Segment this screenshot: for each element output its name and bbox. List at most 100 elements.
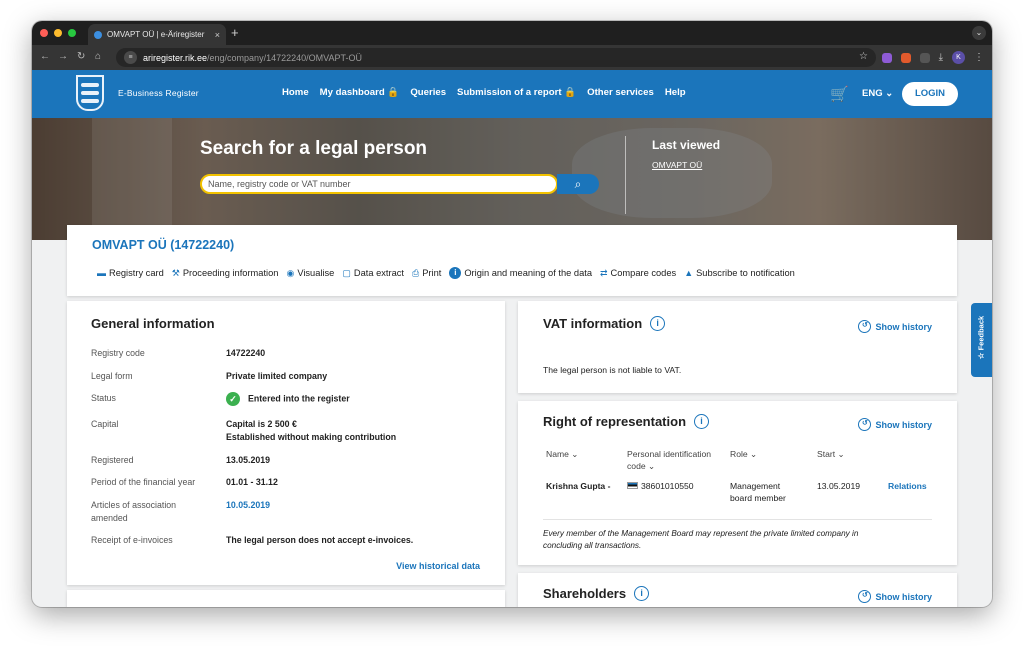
- site-settings-icon[interactable]: ≡: [124, 51, 137, 64]
- capital-value: Capital is 2 500 €: [226, 419, 297, 429]
- info-value: Private limited company: [226, 371, 328, 381]
- info-key: Registry code: [91, 348, 145, 358]
- nav-submission-of-report[interactable]: Submission of a report 🔒: [457, 87, 576, 98]
- url-path: /eng/company/14722240/OMVAPT-OÜ: [207, 52, 362, 63]
- brand-name[interactable]: E-Business Register: [118, 88, 199, 98]
- new-tab-button[interactable]: +: [231, 25, 239, 40]
- registry-card-link[interactable]: ▬ Registry card: [97, 267, 164, 279]
- search-button[interactable]: ⌕: [557, 174, 599, 194]
- general-information-card: General information Registry code 1472224…: [67, 301, 505, 585]
- company-actions: ▬ Registry card ⚒ Proceeding information ◉…: [97, 267, 795, 279]
- home-icon[interactable]: ⌂: [95, 51, 101, 62]
- tab-close-icon[interactable]: ×: [215, 30, 220, 40]
- nav-home[interactable]: Home: [282, 87, 309, 98]
- subscribe-notification-link[interactable]: ▲ Subscribe to notification: [684, 267, 795, 279]
- maximize-window-button[interactable]: [68, 29, 76, 37]
- url-host: ariregister.rik.ee: [143, 52, 208, 63]
- cart-icon[interactable]: 🛒: [830, 85, 849, 103]
- info-icon[interactable]: i: [634, 586, 650, 601]
- nav-my-dashboard[interactable]: My dashboard 🔒: [320, 87, 400, 98]
- browser-window: OMVAPT OÜ | e-Äriregister × + ⌄ ← → ↻ ⌂ …: [32, 21, 992, 607]
- site-header: E-Business Register Home My dashboard 🔒 …: [32, 70, 992, 118]
- relations-link[interactable]: Relations: [888, 480, 927, 492]
- info-value: 13.05.2019: [226, 455, 271, 465]
- origin-meaning-link[interactable]: i Origin and meaning of the data: [449, 267, 592, 279]
- browser-tab[interactable]: OMVAPT OÜ | e-Äriregister ×: [88, 24, 226, 45]
- address-bar-row: ← → ↻ ⌂ ≡ ariregister.rik.ee /eng/compan…: [32, 45, 992, 70]
- puzzle-icon[interactable]: [919, 52, 930, 63]
- download-icon[interactable]: ⤓: [939, 52, 943, 63]
- main-nav: Home My dashboard 🔒 Queries Submission o…: [282, 87, 686, 98]
- printer-icon: ⎙: [412, 267, 420, 278]
- tab-search-icon[interactable]: ⌄: [972, 26, 986, 40]
- url-field[interactable]: ≡ ariregister.rik.ee /eng/company/147222…: [116, 48, 876, 67]
- column-start-header[interactable]: Start ⌄: [817, 448, 845, 460]
- shareholders-show-history-link[interactable]: ↺ Show history: [858, 590, 932, 603]
- shareholders-card: Shareholders i ↺ Show history: [518, 573, 957, 607]
- column-role-header[interactable]: Role ⌄: [730, 448, 757, 460]
- column-name-header[interactable]: Name ⌄: [546, 448, 579, 460]
- next-section-card: [67, 590, 505, 607]
- info-icon[interactable]: i: [650, 316, 666, 331]
- nav-queries[interactable]: Queries: [410, 87, 446, 98]
- column-pid-header[interactable]: Personal identification code ⌄: [627, 448, 711, 472]
- personal-code-value: 38601010550: [641, 481, 694, 491]
- nav-help[interactable]: Help: [665, 87, 686, 98]
- search-input[interactable]: Name, registry code or VAT number: [200, 174, 558, 194]
- print-link[interactable]: ⎙ Print: [412, 267, 441, 279]
- show-history-label: Show history: [875, 591, 932, 602]
- view-historical-data-link[interactable]: View historical data: [396, 561, 480, 571]
- favicon-icon: [94, 30, 102, 39]
- proceeding-information-link[interactable]: ⚒ Proceeding information: [172, 267, 279, 279]
- divider: [543, 519, 932, 520]
- data-extract-link[interactable]: ▢ Data extract: [342, 267, 404, 279]
- representation-show-history-link[interactable]: ↺ Show history: [858, 418, 932, 431]
- info-value: Capital is 2 500 € Established without ma…: [226, 418, 506, 443]
- info-key: Status: [91, 393, 116, 403]
- extensions-area: ⤓ K ⋮: [881, 51, 984, 64]
- bookmark-star-icon[interactable]: ☆: [859, 51, 868, 62]
- estonia-coat-of-arms-logo[interactable]: [76, 75, 104, 111]
- representative-role: Management board member: [730, 480, 786, 504]
- info-icon[interactable]: i: [694, 414, 710, 429]
- status-text: Entered into the register: [248, 393, 350, 404]
- minimize-window-button[interactable]: [54, 29, 62, 37]
- info-circle-icon: i: [449, 267, 462, 279]
- visualise-link[interactable]: ◉ Visualise: [286, 267, 334, 279]
- vat-information-card: VAT information i ↺ Show history The legal…: [518, 301, 957, 393]
- divider: [625, 136, 626, 214]
- extension-icon[interactable]: [881, 52, 892, 63]
- info-key: Legal form: [91, 371, 133, 381]
- info-key: Articles of association amended: [91, 500, 177, 523]
- info-value: 14722240: [226, 348, 266, 358]
- forward-icon[interactable]: →: [58, 51, 68, 62]
- history-icon: ↺: [858, 418, 872, 431]
- history-icon: ↺: [858, 590, 872, 603]
- nav-other-services[interactable]: Other services: [587, 87, 654, 98]
- last-viewed-link[interactable]: OMVAPT OÜ: [652, 160, 702, 170]
- vat-title-text: VAT information: [543, 316, 643, 331]
- shareholders-title-text: Shareholders: [543, 586, 627, 601]
- info-key: Registered: [91, 455, 134, 465]
- articles-date-link[interactable]: 10.05.2019: [226, 499, 506, 512]
- kebab-menu-icon[interactable]: ⋮: [974, 52, 984, 63]
- feedback-tab[interactable]: ☆ Feedback: [971, 303, 992, 377]
- compare-codes-link[interactable]: ⇄ Compare codes: [600, 267, 676, 279]
- action-label: Compare codes: [610, 268, 677, 278]
- login-button[interactable]: LOGIN: [902, 82, 958, 106]
- action-label: Registry card: [109, 268, 164, 278]
- estonia-flag-icon: [627, 482, 638, 489]
- profile-avatar[interactable]: K: [952, 51, 965, 64]
- close-window-button[interactable]: [40, 29, 48, 37]
- back-icon[interactable]: ←: [40, 51, 50, 62]
- representation-note: Every member of the Management Board may…: [543, 528, 858, 552]
- personal-code: 38601010550: [627, 480, 694, 492]
- hero-title: Search for a legal person: [200, 138, 428, 159]
- info-key: Period of the financial year: [91, 477, 196, 487]
- language-selector[interactable]: ENG ⌄: [862, 88, 893, 99]
- reload-icon[interactable]: ↻: [77, 51, 85, 62]
- representation-card: Right of representation i ↺ Show history N…: [518, 401, 957, 565]
- vat-show-history-link[interactable]: ↺ Show history: [858, 320, 932, 333]
- extension-icon[interactable]: [900, 52, 911, 63]
- info-key: Capital: [91, 419, 119, 429]
